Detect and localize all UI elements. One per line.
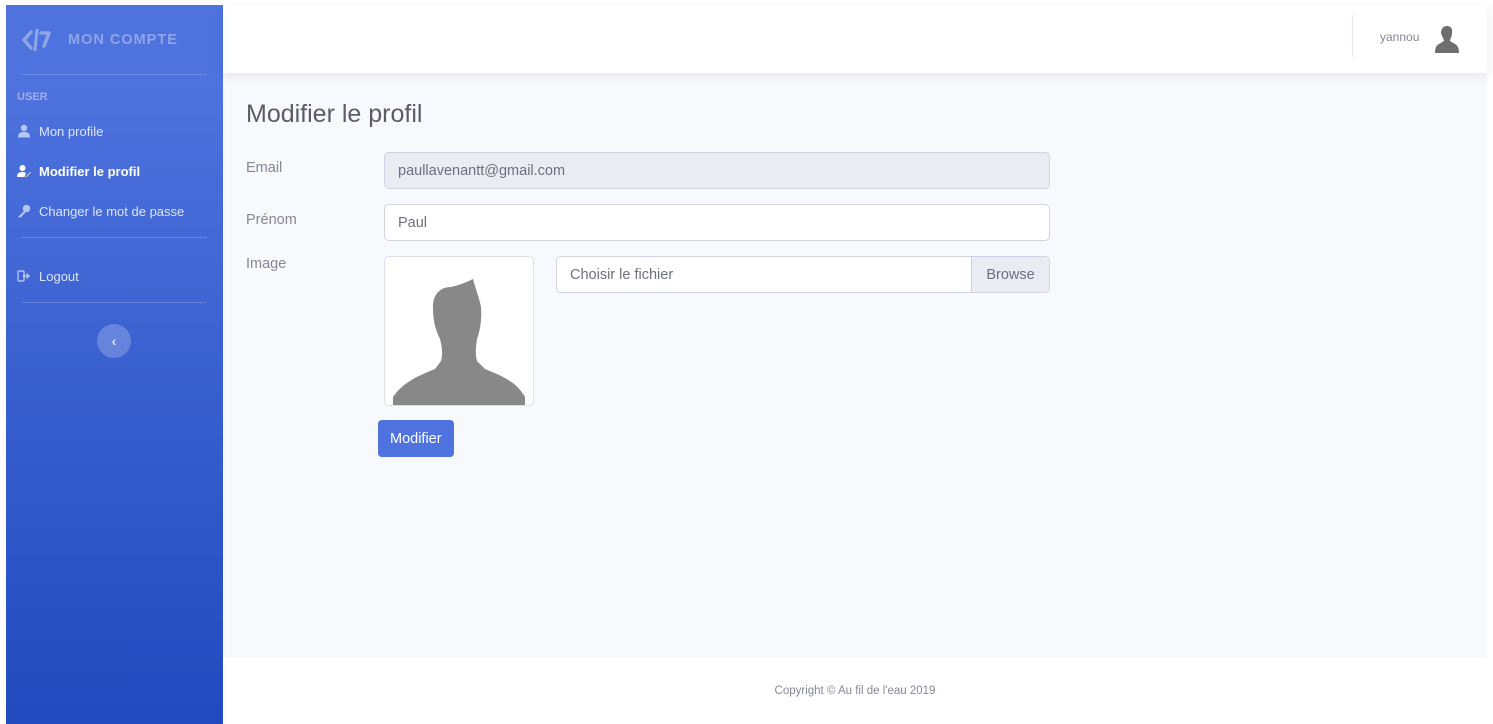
page: MON COMPTE USER Mon profile Modifier le … <box>6 5 1487 724</box>
user-avatar-icon[interactable] <box>1435 25 1459 53</box>
email-field[interactable]: paullavenantt@gmail.com <box>384 152 1050 189</box>
page-title: Modifier le profil <box>246 100 423 128</box>
chevron-left-icon: ‹ <box>111 333 117 349</box>
profile-image-preview <box>384 256 534 406</box>
sidebar-item-label: Modifier le profil <box>39 163 141 179</box>
sidebar-item-logout[interactable]: Logout <box>6 256 223 296</box>
sidebar-item-label: Changer le mot de passe <box>39 203 185 219</box>
sidebar-heading: USER <box>17 91 48 103</box>
copyright-text: Copyright © Au fil de l'eau 2019 <box>774 685 936 697</box>
sidebar-brand[interactable]: MON COMPTE <box>6 5 223 74</box>
sidebar-item-label: Logout <box>39 268 79 284</box>
main-content: yannou Modifier le profil Email paullave… <box>223 5 1487 724</box>
page-content: Modifier le profil <box>223 73 1487 140</box>
topbar-divider <box>1352 15 1353 57</box>
sidebar-item-modifier-le-profil[interactable]: Modifier le profil <box>6 151 223 191</box>
avatar-placeholder-icon <box>393 279 525 405</box>
image-label: Image <box>246 256 287 272</box>
file-placeholder: Choisir le fichier <box>570 266 674 283</box>
user-icon <box>17 124 31 138</box>
sign-out-icon <box>17 269 31 283</box>
modifier-submit-button[interactable]: Modifier <box>378 420 454 457</box>
browse-button[interactable]: Browse <box>971 257 1049 292</box>
sidebar-toggle-button[interactable]: ‹ <box>97 324 131 358</box>
firstname-label: Prénom <box>246 212 297 228</box>
email-row: Email paullavenantt@gmail.com <box>246 152 1050 189</box>
firstname-field[interactable]: Paul <box>384 204 1050 241</box>
code-icon <box>22 28 51 51</box>
footer: Copyright © Au fil de l'eau 2019 <box>223 658 1487 724</box>
file-input[interactable]: Choisir le fichier Browse <box>556 256 1050 293</box>
topbar-username[interactable]: yannou <box>1380 30 1419 44</box>
user-edit-icon <box>17 164 31 178</box>
sidebar-divider <box>22 302 207 303</box>
email-label: Email <box>246 160 283 176</box>
firstname-row: Prénom Paul <box>246 204 1050 241</box>
key-icon <box>17 204 31 218</box>
topbar: yannou <box>223 5 1487 73</box>
sidebar-item-label: Mon profile <box>39 123 104 139</box>
sidebar: MON COMPTE USER Mon profile Modifier le … <box>6 5 223 724</box>
sidebar-item-changer-mot-de-passe[interactable]: Changer le mot de passe <box>6 191 223 231</box>
image-row: Image Choisir le fichier Browse <box>246 256 1050 406</box>
file-upload: Choisir le fichier Browse <box>556 256 1050 293</box>
brand-text: MON COMPTE <box>68 31 178 48</box>
sidebar-item-mon-profile[interactable]: Mon profile <box>6 111 223 151</box>
